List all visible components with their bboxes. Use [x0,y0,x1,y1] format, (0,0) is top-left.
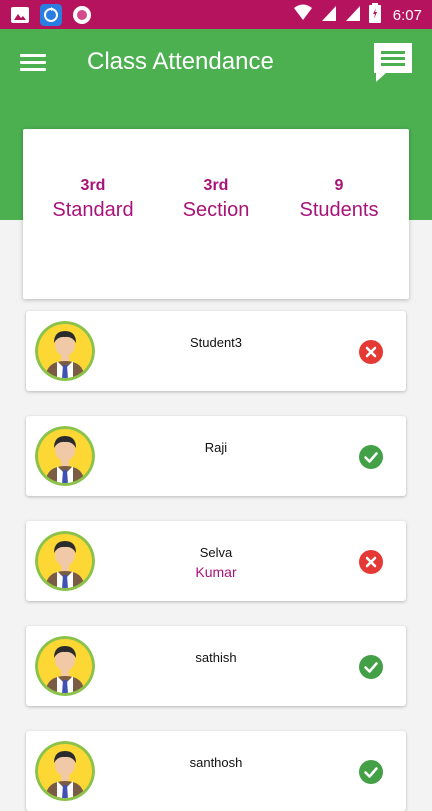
student-avatar [35,636,95,696]
section-summary: 3rd Section [152,177,280,222]
students-summary: 9 Students [275,177,403,222]
student-avatar [35,531,95,591]
standard-value: 3rd [80,177,106,194]
student-card[interactable]: Selva Kumar [26,521,406,601]
class-summary-card: 3rd Standard 3rd Section 9 Students [23,129,409,299]
chat-message-icon[interactable] [372,41,414,83]
student-name: Selva [199,545,233,560]
cross-circle-icon[interactable] [358,549,384,575]
student-avatar [35,321,95,381]
student-card[interactable]: santhosh [26,731,406,811]
student-avatar [35,741,95,801]
student-name: Student3 [189,335,243,350]
signal-icon [321,4,337,27]
student-name: Raji [204,440,228,455]
page-title: Class Attendance [87,48,274,75]
cross-circle-icon[interactable] [358,339,384,365]
student-name: sathish [195,650,237,665]
student-card[interactable]: sathish [26,626,406,706]
status-bar: 6:07 [0,0,432,29]
gallery-notification-icon [10,5,30,30]
standard-label: Standard [52,199,134,221]
battery-icon [368,3,381,28]
section-label: Section [182,199,250,221]
status-time: 6:07 [392,7,422,24]
check-circle-icon[interactable] [358,654,384,680]
student-card[interactable]: Student3 [26,311,406,391]
signal-icon-2 [345,4,361,27]
standard-summary: 3rd Standard [29,177,157,222]
students-count: 9 [334,177,344,194]
student-card[interactable]: Raji [26,416,406,496]
students-label: Students [299,199,379,221]
section-value: 3rd [203,177,229,194]
wifi-icon [293,4,313,27]
check-circle-icon[interactable] [358,759,384,785]
check-circle-icon[interactable] [358,444,384,470]
student-avatar [35,426,95,486]
record-notification-icon [72,5,92,30]
student-last-name: Kumar [195,564,237,580]
hamburger-menu-icon[interactable] [20,51,46,73]
sync-app-notification-icon [40,4,62,31]
